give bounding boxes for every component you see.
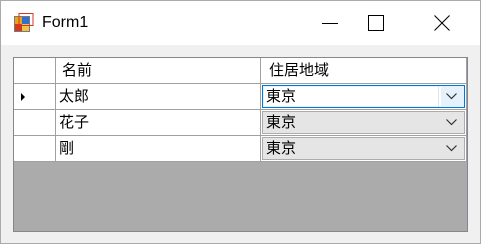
close-icon (434, 15, 450, 31)
main-window: Form1 名前 住居地域 太郎 東京 花子 東京 剛 東京 (0, 0, 481, 244)
column-header-name[interactable]: 名前 (56, 58, 261, 84)
table-row[interactable]: 剛 東京 (14, 136, 467, 162)
maximize-button[interactable] (353, 1, 399, 45)
chevron-down-icon (446, 119, 457, 126)
chevron-down-icon (446, 145, 457, 152)
row-pointer-icon (21, 93, 25, 101)
dropdown-button[interactable] (438, 138, 464, 159)
minimize-icon (322, 23, 338, 24)
window-title: Form1 (42, 14, 89, 31)
minimize-button[interactable] (307, 1, 353, 45)
name-cell[interactable]: 太郎 (56, 84, 261, 110)
column-header-area[interactable]: 住居地域 (261, 58, 467, 84)
area-combobox[interactable]: 東京 (262, 111, 465, 134)
table-row[interactable]: 花子 東京 (14, 110, 467, 136)
area-combobox-value[interactable]: 東京 (264, 87, 441, 106)
dropdown-button[interactable] (438, 112, 464, 133)
header-row: 名前 住居地域 (14, 58, 467, 84)
row-header[interactable] (14, 84, 56, 110)
maximize-icon (368, 15, 384, 31)
row-header[interactable] (14, 110, 56, 136)
data-grid[interactable]: 名前 住居地域 太郎 東京 花子 東京 剛 東京 (13, 57, 468, 232)
title-bar[interactable]: Form1 (1, 1, 480, 45)
name-cell[interactable]: 剛 (56, 136, 261, 162)
form-icon (14, 13, 34, 32)
area-combobox[interactable]: 東京 (262, 85, 465, 108)
close-button[interactable] (419, 1, 465, 45)
area-cell[interactable]: 東京 (261, 110, 467, 136)
area-combobox[interactable]: 東京 (262, 137, 465, 160)
top-left-header-cell[interactable] (14, 58, 56, 84)
table-row[interactable]: 太郎 東京 (14, 84, 467, 110)
chevron-down-icon (446, 93, 457, 100)
area-cell[interactable]: 東京 (261, 136, 467, 162)
name-cell[interactable]: 花子 (56, 110, 261, 136)
area-cell[interactable]: 東京 (261, 84, 467, 110)
row-header[interactable] (14, 136, 56, 162)
dropdown-button[interactable] (438, 86, 464, 107)
area-combobox-value[interactable]: 東京 (264, 113, 441, 132)
area-combobox-value[interactable]: 東京 (264, 139, 441, 158)
